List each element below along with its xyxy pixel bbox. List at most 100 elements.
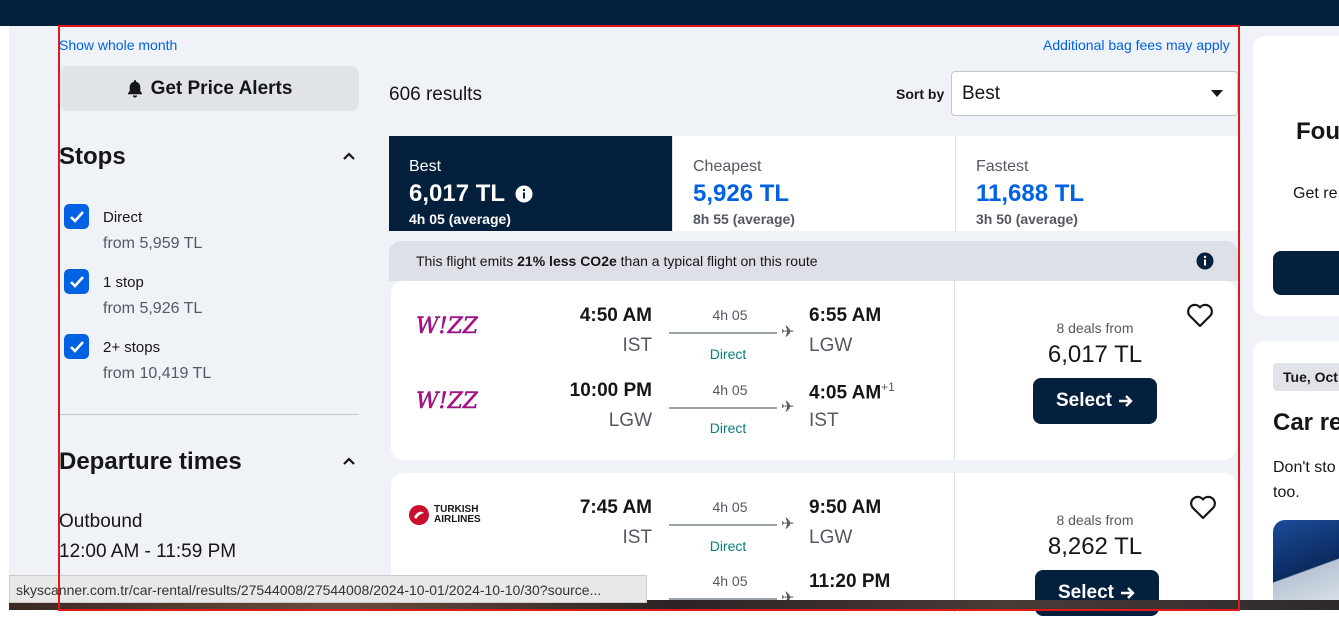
leg2-departure-time: 10:00 PM: [569, 380, 652, 401]
arrow-right-icon: [1120, 587, 1135, 599]
stop-label-1-stop: 1 stop: [103, 274, 144, 291]
airline-name-line2: AIRLINES: [434, 514, 481, 525]
card-price: 8,262 TL: [1047, 533, 1143, 560]
svg-text:W!ZZ: W!ZZ: [416, 314, 478, 339]
stop-price-2-plus: from 10,419 TL: [103, 365, 212, 382]
turkish-airlines-logo: TURKISH AIRLINES: [409, 505, 481, 525]
select-label: Select: [1056, 390, 1112, 411]
promo-text: Get re: [1293, 185, 1338, 202]
checkbox-1-stop[interactable]: [64, 269, 89, 294]
info-icon[interactable]: [515, 185, 533, 203]
plane-icon: ✈: [781, 399, 795, 416]
browser-status-bar: skyscanner.com.tr/car-rental/results/275…: [9, 575, 647, 603]
sidebar-divider: [60, 414, 359, 415]
leg2-duration: 4h 05: [712, 382, 748, 398]
chevron-up-icon[interactable]: [342, 149, 356, 163]
leg1-duration: 4h 05: [712, 307, 748, 323]
stop-price-1-stop: from 5,926 TL: [103, 300, 203, 317]
select-button[interactable]: Select: [1033, 378, 1157, 424]
car-rental-text-2: too.: [1273, 484, 1300, 501]
check-icon: [69, 340, 84, 353]
show-whole-month-link[interactable]: Show whole month: [59, 37, 177, 53]
check-icon: [69, 275, 84, 288]
stops-title: Stops: [59, 143, 126, 170]
leg2-departure-code: LGW: [608, 410, 652, 431]
sort-value: Best: [962, 82, 1001, 104]
tab-cheapest-sub: 8h 55 (average): [693, 211, 795, 227]
get-price-alerts-button[interactable]: Get Price Alerts: [60, 66, 359, 111]
promo-card: Fou Get re: [1253, 36, 1339, 316]
tab-cheapest-name: Cheapest: [693, 158, 762, 175]
stop-label-2-plus: 2+ stops: [103, 339, 161, 356]
leg2-arrival-code: IST: [809, 410, 839, 431]
left-gutter: [0, 26, 9, 636]
top-nav-bar: [0, 0, 1339, 26]
leg1-arrival-time: 6:55 AM: [809, 305, 882, 326]
outbound-time-range: 12:00 AM - 11:59 PM: [59, 541, 237, 562]
day-offset: +1: [881, 380, 895, 394]
leg1-arrival-code: LGW: [809, 335, 853, 356]
car-rental-title: Car re: [1273, 409, 1339, 436]
leg2-arrival-time-value: 4:05 AM: [809, 382, 882, 404]
bag-fees-link[interactable]: Additional bag fees may apply: [1043, 37, 1230, 53]
results-count: 606 results: [389, 84, 482, 105]
outbound-label: Outbound: [59, 511, 143, 532]
bell-icon: [127, 79, 142, 97]
leg1-departure-time: 4:50 AM: [579, 305, 652, 326]
leg2-stops: Direct: [709, 420, 747, 436]
checkbox-direct[interactable]: [64, 204, 89, 229]
sort-select[interactable]: Best: [951, 71, 1238, 116]
promo-button[interactable]: [1273, 251, 1339, 295]
tab-fastest-price: 11,688 TL: [976, 180, 1085, 207]
leg1-route-line: [669, 332, 777, 334]
tab-fastest[interactable]: Fastest 11,688 TL 3h 50 (average): [955, 136, 1238, 231]
leg1-arrival-time: 9:50 AM: [809, 497, 882, 518]
turkish-airlines-emblem-icon: [409, 505, 429, 525]
leg2-duration: 4h 05: [712, 573, 748, 589]
co2-suffix: than a typical flight on this route: [616, 253, 818, 269]
tab-fastest-name: Fastest: [976, 158, 1029, 175]
chevron-up-icon[interactable]: [342, 454, 356, 468]
caret-down-icon: [1211, 89, 1223, 97]
arrow-right-icon: [1118, 395, 1133, 407]
tab-cheapest[interactable]: Cheapest 5,926 TL 8h 55 (average): [672, 136, 955, 231]
heart-icon[interactable]: [1189, 494, 1217, 520]
deals-count: 8 deals from: [1056, 320, 1134, 336]
svg-text:W!ZZ: W!ZZ: [416, 389, 478, 414]
stop-label-direct: Direct: [103, 209, 143, 226]
tab-best[interactable]: Best 6,017 TL 4h 05 (average): [389, 136, 672, 231]
leg1-stops: Direct: [709, 346, 747, 362]
tab-best-sub: 4h 05 (average): [409, 211, 511, 227]
leg1-departure-code: IST: [622, 527, 652, 548]
status-url: skyscanner.com.tr/car-rental/results/275…: [16, 582, 602, 598]
leg1-arrival-code: LGW: [809, 527, 853, 548]
tab-cheapest-price: 5,926 TL: [693, 180, 790, 207]
stop-price-direct: from 5,959 TL: [103, 235, 203, 252]
tab-fastest-sub: 3h 50 (average): [976, 211, 1078, 227]
card-separator: [954, 281, 955, 460]
wizz-air-logo: W!ZZ: [416, 314, 478, 339]
wizz-air-logo: W!ZZ: [416, 389, 478, 414]
info-icon[interactable]: [1196, 252, 1214, 270]
car-image: [1273, 520, 1339, 600]
heart-icon[interactable]: [1186, 302, 1214, 328]
plane-icon: ✈: [781, 324, 795, 341]
checkbox-2-plus-stops[interactable]: [64, 334, 89, 359]
sort-by-label: Sort by: [896, 86, 945, 102]
flight-card[interactable]: W!ZZ W!ZZ 4:50 AM IST 4h 05 ✈ Direct 6:5…: [391, 281, 1236, 460]
car-rental-text-1: Don't sto: [1273, 459, 1336, 476]
card-price: 6,017 TL: [1047, 341, 1143, 368]
deals-count: 8 deals from: [1056, 512, 1134, 528]
leg1-duration: 4h 05: [712, 499, 748, 515]
co2-prefix: This flight emits: [416, 253, 518, 269]
co2-highlight: 21% less CO2e: [517, 253, 617, 269]
leg2-arrival-time: 4:05 AM+1: [809, 380, 895, 404]
promo-title: Fou: [1296, 118, 1339, 145]
car-rental-card: Tue, Oct Car re Don't sto too.: [1253, 341, 1339, 611]
departure-times-title: Departure times: [59, 448, 242, 475]
tab-best-price: 6,017 TL: [409, 180, 506, 207]
leg2-route-line: [669, 407, 777, 409]
card-separator: [954, 473, 955, 613]
leg1-route-line: [669, 524, 777, 526]
co2-banner: This flight emits 21% less CO2e than a t…: [389, 241, 1238, 281]
